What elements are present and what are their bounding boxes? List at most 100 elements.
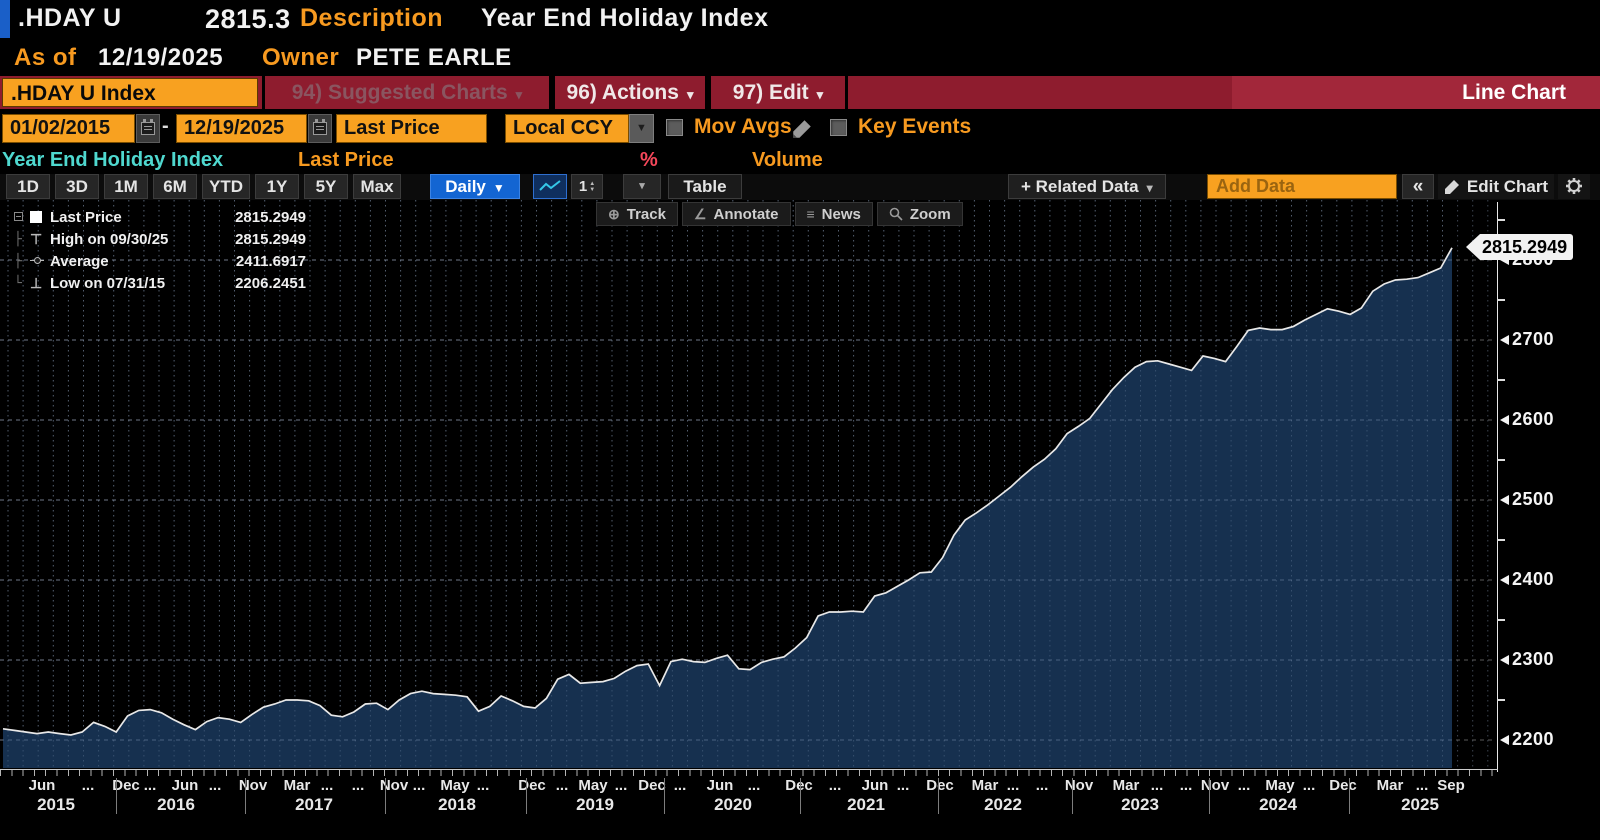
news-icon: ≡ xyxy=(807,206,815,222)
table-button[interactable]: Table xyxy=(668,174,742,199)
period-tab-3d[interactable]: 3D xyxy=(55,174,99,199)
ticker-symbol: .HDAY U xyxy=(18,4,122,33)
x-axis-month-label: Nov xyxy=(1065,777,1093,794)
security-input[interactable]: .HDAY U Index xyxy=(2,78,258,107)
x-axis-month-label: ... xyxy=(1180,777,1193,794)
zoom-button[interactable]: Zoom xyxy=(877,202,963,226)
period-tab-1m[interactable]: 1M xyxy=(104,174,148,199)
x-axis-month-label: Jun xyxy=(707,777,734,794)
settings-button[interactable] xyxy=(1558,174,1590,199)
chevron-down-icon: ▾ xyxy=(687,87,694,102)
x-axis-month-label: ... xyxy=(82,777,95,794)
arrow-down-icon: ▼ xyxy=(589,187,595,193)
y-axis-minor-tick xyxy=(1497,299,1505,301)
tick-arrow-icon xyxy=(1500,735,1509,745)
series-swatch-icon xyxy=(30,211,42,223)
x-axis-month-label: ... xyxy=(748,777,761,794)
end-date-input[interactable]: 12/19/2025 xyxy=(176,114,307,143)
edit-chart-button[interactable]: Edit Chart xyxy=(1438,174,1554,199)
x-axis-month-label: May xyxy=(440,777,469,794)
legend-value: 2815.2949 xyxy=(235,209,306,226)
calendar-icon xyxy=(313,122,327,135)
x-axis-year-separator xyxy=(664,778,665,814)
period-tab-1y[interactable]: 1Y xyxy=(255,174,299,199)
y-axis-minor-tick xyxy=(1497,219,1505,221)
mov-avgs-checkbox[interactable] xyxy=(666,119,683,136)
related-data-button[interactable]: + Related Data▾ xyxy=(1008,174,1166,199)
tree-expand-icon[interactable] xyxy=(14,210,30,225)
currency-select[interactable]: Local CCY xyxy=(505,114,629,143)
as-of-date: 12/19/2025 xyxy=(98,44,223,72)
chevron-down-icon: ▾ xyxy=(516,87,523,102)
collapse-panel-button[interactable]: « xyxy=(1402,174,1434,199)
chevron-down-icon: ▾ xyxy=(1147,181,1153,195)
annotate-button[interactable]: ∠ Annotate xyxy=(682,202,791,226)
x-axis-month-label: Mar xyxy=(972,777,999,794)
x-axis-month-label: Jun xyxy=(862,777,889,794)
line-chart-type-button[interactable] xyxy=(533,174,567,199)
legend-row-last-price: Last Price 2815.2949 xyxy=(14,206,306,228)
magnifier-icon xyxy=(889,207,903,221)
key-events-label: Key Events xyxy=(858,115,971,139)
frequency-dropdown[interactable]: Daily▼ xyxy=(430,174,520,199)
x-axis-month-label: Nov xyxy=(1201,777,1229,794)
tree-branch-icon: ├ xyxy=(14,232,30,247)
x-axis-year-label: 2025 xyxy=(1401,795,1439,815)
line-chart-icon xyxy=(538,178,562,194)
period-tab-6m[interactable]: 6M xyxy=(153,174,197,199)
y-axis-minor-tick xyxy=(1497,699,1505,701)
news-button[interactable]: ≡ News xyxy=(795,202,873,226)
x-axis-month-label: ... xyxy=(413,777,426,794)
start-date-input[interactable]: 01/02/2015 xyxy=(2,114,135,143)
x-axis-year-label: 2018 xyxy=(438,795,476,815)
pencil-icon[interactable] xyxy=(792,119,812,139)
x-axis-month-label: Nov xyxy=(239,777,267,794)
legend-label: Last Price xyxy=(50,209,122,226)
track-button[interactable]: ⊕ Track xyxy=(596,202,678,226)
field-select[interactable]: Last Price xyxy=(336,114,487,143)
x-axis-year-label: 2024 xyxy=(1259,795,1297,815)
chart-toolbar: 1D3D1M6MYTD1Y5YMax Daily▼ 1 ▲ ▼ ▾ Table … xyxy=(0,174,1600,200)
x-axis-month-label: ... xyxy=(209,777,222,794)
x-axis-year-separator xyxy=(116,778,117,814)
period-tab-max[interactable]: Max xyxy=(353,174,401,199)
suggested-charts-label: 94) Suggested Charts xyxy=(292,81,508,104)
currency-dropdown-button[interactable]: ▼ xyxy=(629,114,654,143)
period-tab-ytd[interactable]: YTD xyxy=(202,174,250,199)
x-axis-month-label: ... xyxy=(615,777,628,794)
chart-type-dropdown-button[interactable]: ▾ xyxy=(623,174,661,199)
menu-bar: .HDAY U Index 94) Suggested Charts ▾ 96) … xyxy=(0,76,1600,109)
end-date-calendar-button[interactable] xyxy=(308,114,332,143)
y-axis-label-2600: 2600 xyxy=(1500,409,1554,430)
edit-label: 97) Edit xyxy=(733,81,809,104)
period-tab-1d[interactable]: 1D xyxy=(6,174,50,199)
edit-button[interactable]: 97) Edit▾ xyxy=(708,76,848,109)
y-axis-tick-text: 2600 xyxy=(1512,409,1554,430)
chevron-down-icon: ▾ xyxy=(639,180,645,192)
actions-button[interactable]: 96) Actions▾ xyxy=(552,76,708,109)
calendar-icon xyxy=(141,122,155,135)
tree-branch-icon: ├ xyxy=(14,254,30,269)
zoom-label: Zoom xyxy=(910,206,951,223)
add-data-input[interactable] xyxy=(1207,174,1397,199)
x-axis-year-separator xyxy=(526,778,527,814)
suggested-charts-button[interactable]: 94) Suggested Charts ▾ xyxy=(262,76,552,109)
price-tag-value: 2815.2949 xyxy=(1480,234,1573,260)
tick-arrow-icon xyxy=(1500,335,1509,345)
tick-arrow-icon xyxy=(1500,495,1509,505)
x-axis-month-label: ... xyxy=(674,777,687,794)
period-tab-5y[interactable]: 5Y xyxy=(304,174,348,199)
window-accent-icon xyxy=(0,0,10,38)
legend-label: High on 09/30/25 xyxy=(50,231,168,248)
y-axis-tick-text: 2300 xyxy=(1512,649,1554,670)
bar-chart-type-button[interactable]: 1 ▲ ▼ xyxy=(571,174,603,199)
x-axis-month-label: ... xyxy=(352,777,365,794)
x-axis-month-label: Dec xyxy=(785,777,813,794)
x-axis-month-label: ... xyxy=(1416,777,1429,794)
start-date-calendar-button[interactable] xyxy=(136,114,160,143)
y-axis-tick-text: 2500 xyxy=(1512,489,1554,510)
x-axis-month-label: ... xyxy=(1238,777,1251,794)
last-price-value: 2815.3 xyxy=(205,4,291,35)
percent-label: % xyxy=(640,149,658,172)
key-events-checkbox[interactable] xyxy=(830,119,847,136)
